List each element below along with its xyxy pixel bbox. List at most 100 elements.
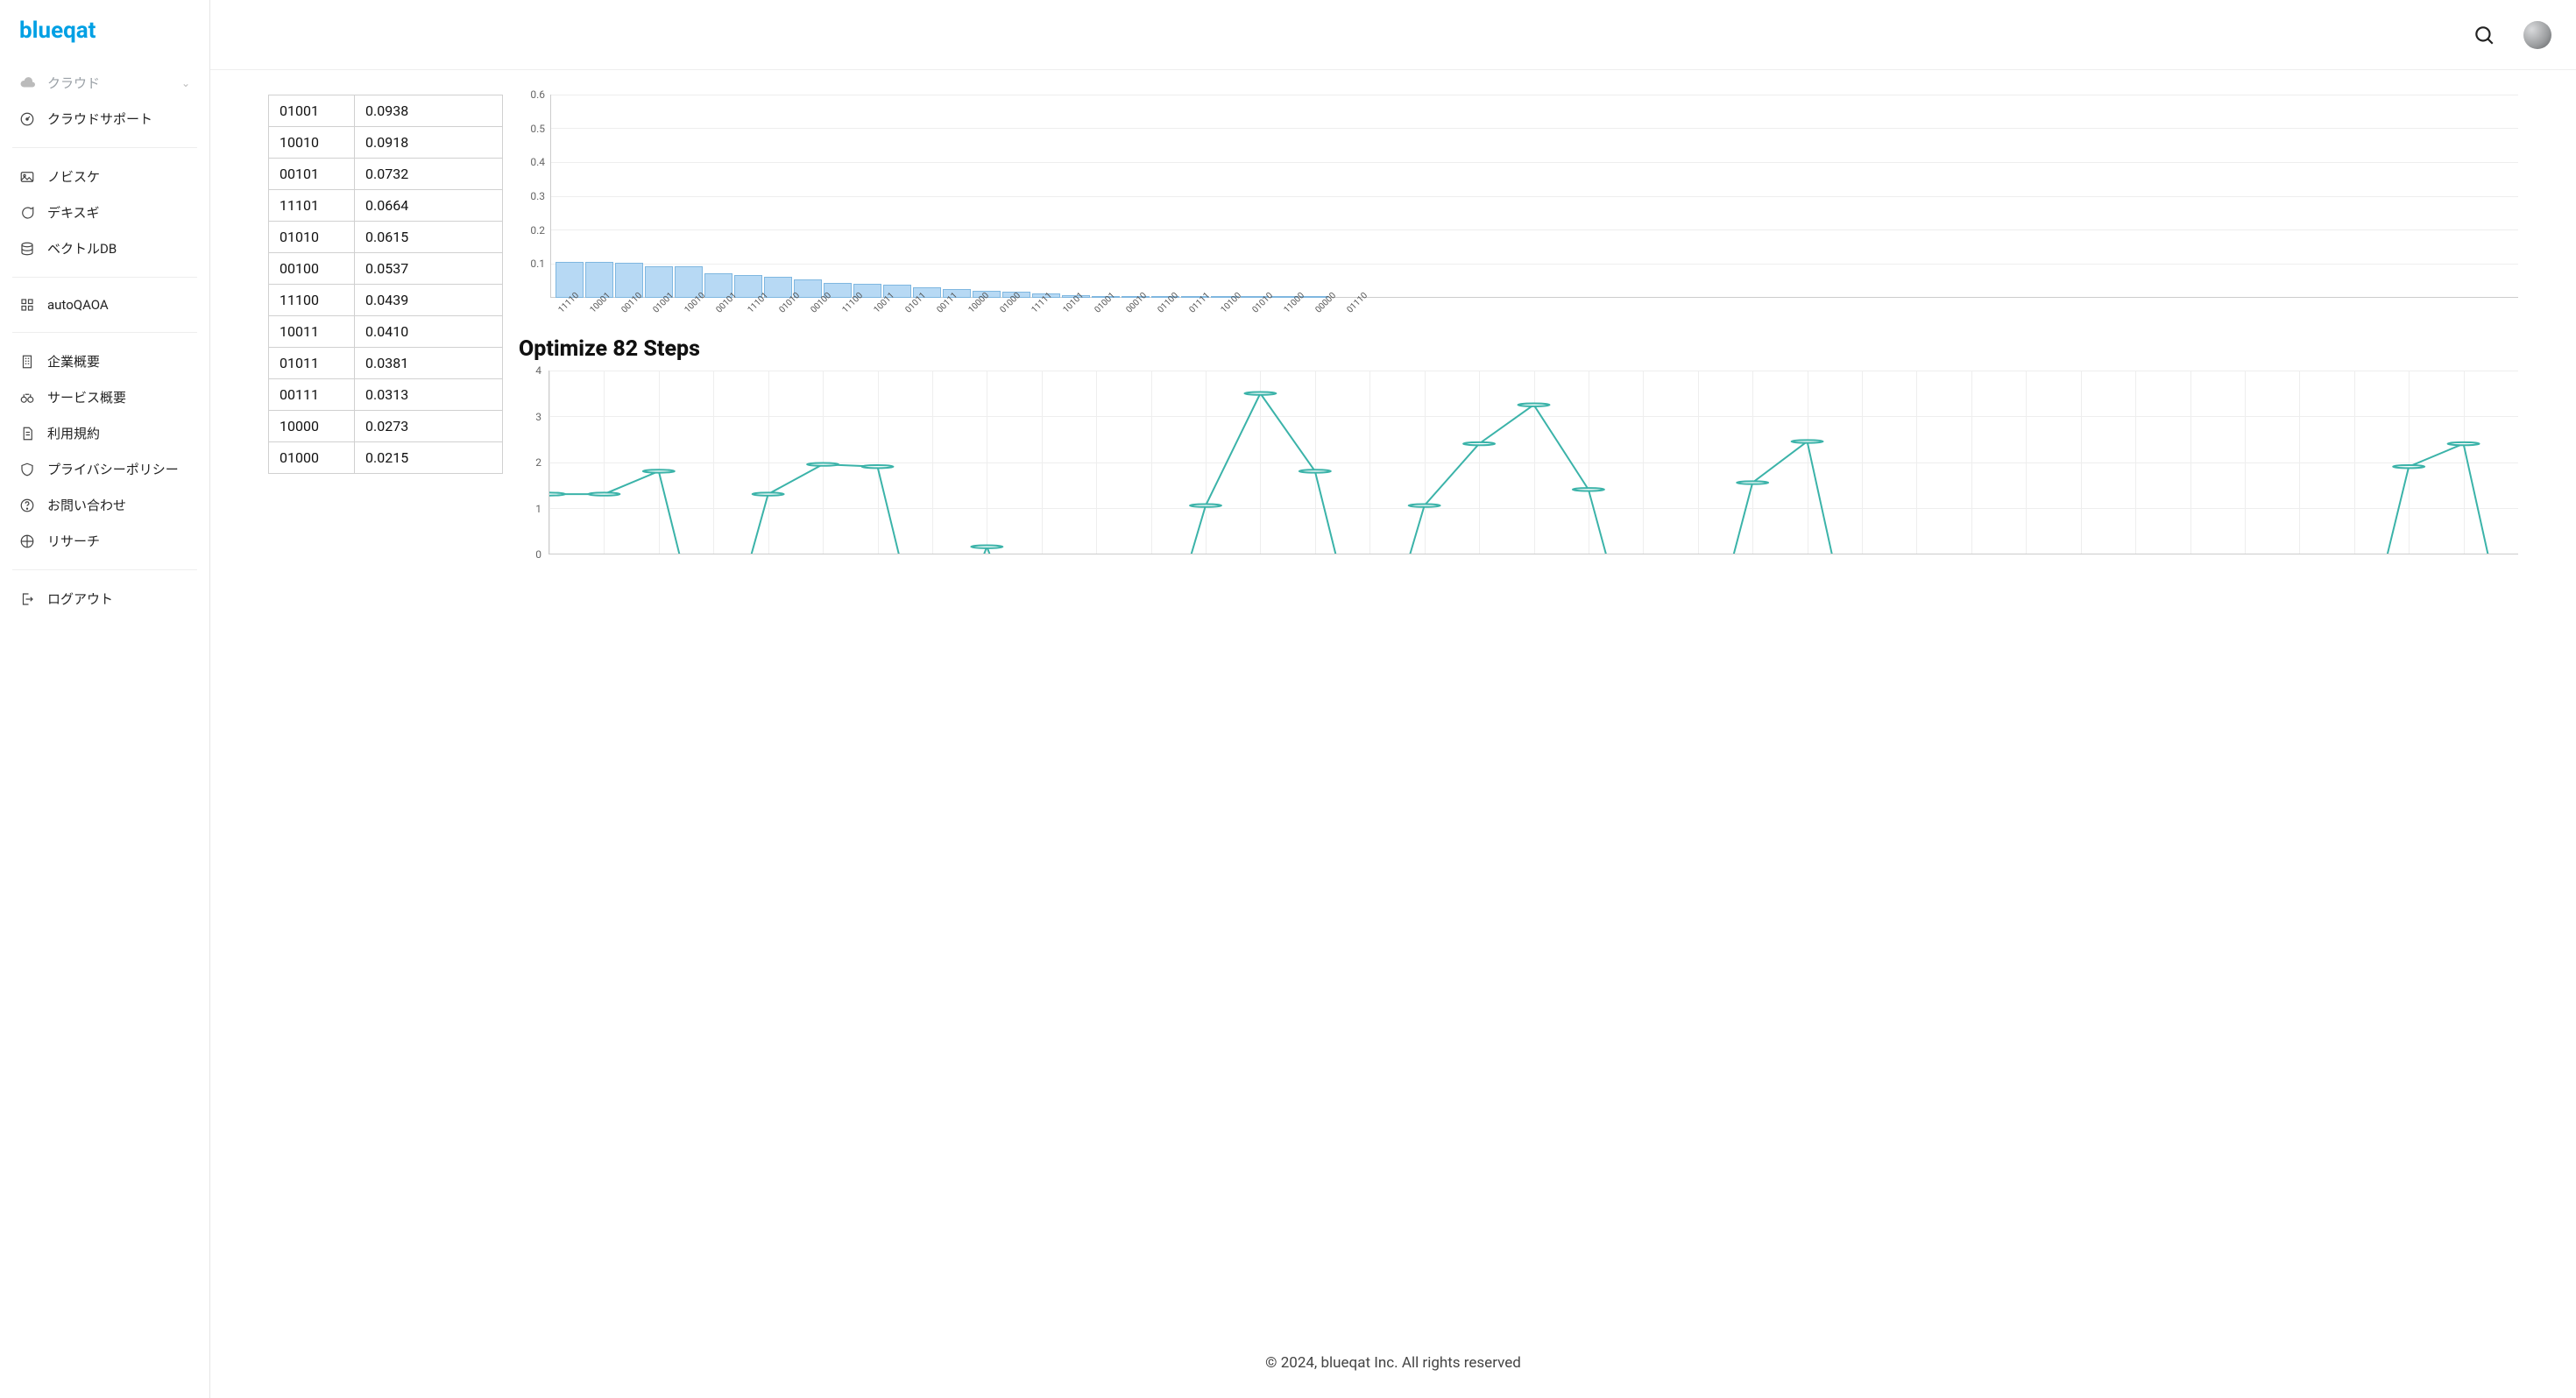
table-cell-state: 00100 xyxy=(269,253,355,285)
bar-ytick: 0.2 xyxy=(519,224,545,237)
line-ytick: 0 xyxy=(519,548,541,561)
table-cell-value: 0.0439 xyxy=(355,285,503,316)
table-cell-state: 10010 xyxy=(269,127,355,159)
line-ytick: 2 xyxy=(519,456,541,469)
table-cell-state: 11101 xyxy=(269,190,355,222)
table-row: 001110.0313 xyxy=(269,379,503,411)
table-row: 001010.0732 xyxy=(269,159,503,190)
sidebar-item-cloud[interactable]: クラウド ⌄ xyxy=(0,65,209,101)
sidebar-item-vectordb[interactable]: ベクトルDB xyxy=(0,230,209,266)
image-icon xyxy=(19,169,35,185)
table-cell-state: 01011 xyxy=(269,348,355,379)
table-row: 100000.0273 xyxy=(269,411,503,442)
sidebar-item-nobisuke[interactable]: ノビスケ xyxy=(0,159,209,194)
sidebar-item-label: ログアウト xyxy=(47,590,113,608)
sidebar-item-dekisugi[interactable]: デキスギ xyxy=(0,194,209,230)
divider xyxy=(12,277,197,278)
table-cell-state: 11100 xyxy=(269,285,355,316)
sidebar-item-label: クラウド xyxy=(47,74,100,92)
chat-icon xyxy=(19,205,35,221)
sidebar-item-privacy[interactable]: プライバシーポリシー xyxy=(0,451,209,487)
search-icon[interactable] xyxy=(2473,24,2495,46)
table-cell-value: 0.0313 xyxy=(355,379,503,411)
logout-icon xyxy=(19,591,35,607)
sidebar-item-terms[interactable]: 利用規約 xyxy=(0,415,209,451)
sidebar-item-label: 企業概要 xyxy=(47,352,100,371)
results-table: 010010.0938100100.0918001010.0732111010.… xyxy=(268,95,503,474)
sidebar-item-cloud-support[interactable]: クラウドサポート xyxy=(0,101,209,137)
table-row: 001000.0537 xyxy=(269,253,503,285)
sidebar-item-label: プライバシーポリシー xyxy=(47,460,179,478)
line-ytick: 1 xyxy=(519,503,541,515)
distribution-bar-chart: 0.10.20.30.40.50.61111010001001100100110… xyxy=(519,95,2518,322)
sidebar-item-research[interactable]: リサーチ xyxy=(0,523,209,559)
table-cell-value: 0.0381 xyxy=(355,348,503,379)
line-ytick: 3 xyxy=(519,411,541,423)
bar-ytick: 0.6 xyxy=(519,88,545,101)
optimize-title: Optimize 82 Steps xyxy=(519,336,2518,362)
table-cell-value: 0.0938 xyxy=(355,95,503,127)
sidebar-item-label: お問い合わせ xyxy=(47,496,126,514)
table-cell-state: 01001 xyxy=(269,95,355,127)
table-row: 111010.0664 xyxy=(269,190,503,222)
line-ytick: 4 xyxy=(519,364,541,377)
table-cell-value: 0.0273 xyxy=(355,411,503,442)
cloud-icon xyxy=(19,75,35,91)
table-row: 010110.0381 xyxy=(269,348,503,379)
table-cell-state: 00111 xyxy=(269,379,355,411)
divider xyxy=(12,147,197,148)
sidebar-item-company[interactable]: 企業概要 xyxy=(0,343,209,379)
divider xyxy=(12,332,197,333)
sidebar-item-label: 利用規約 xyxy=(47,424,100,442)
footer-text: © 2024, blueqat Inc. All rights reserved xyxy=(210,1319,2576,1398)
sidebar-item-label: リサーチ xyxy=(47,532,100,550)
table-cell-value: 0.0215 xyxy=(355,442,503,474)
table-row: 100100.0918 xyxy=(269,127,503,159)
table-row: 111000.0439 xyxy=(269,285,503,316)
binoculars-icon xyxy=(19,390,35,406)
table-row: 010000.0215 xyxy=(269,442,503,474)
gauge-icon xyxy=(19,111,35,127)
research-icon xyxy=(19,533,35,549)
table-cell-value: 0.0664 xyxy=(355,190,503,222)
shield-icon xyxy=(19,462,35,477)
grid-icon xyxy=(19,297,35,313)
table-cell-value: 0.0615 xyxy=(355,222,503,253)
topbar xyxy=(210,0,2576,70)
sidebar-item-label: サービス概要 xyxy=(47,388,126,406)
bar-ytick: 0.1 xyxy=(519,258,545,270)
table-cell-state: 10011 xyxy=(269,316,355,348)
avatar[interactable] xyxy=(2523,21,2551,49)
sidebar-item-logout[interactable]: ログアウト xyxy=(0,581,209,617)
divider xyxy=(12,569,197,570)
sidebar-item-label: デキスギ xyxy=(47,203,100,222)
table-cell-state: 01000 xyxy=(269,442,355,474)
table-row: 100110.0410 xyxy=(269,316,503,348)
table-row: 010010.0938 xyxy=(269,95,503,127)
table-cell-value: 0.0732 xyxy=(355,159,503,190)
sidebar-item-label: ベクトルDB xyxy=(47,239,117,258)
bar-ytick: 0.4 xyxy=(519,156,545,168)
sidebar-item-autoqaoa[interactable]: autoQAOA xyxy=(0,288,209,321)
table-cell-state: 00101 xyxy=(269,159,355,190)
table-cell-value: 0.0410 xyxy=(355,316,503,348)
sidebar-item-label: ノビスケ xyxy=(47,167,100,186)
sidebar-item-label: クラウドサポート xyxy=(47,109,152,128)
sidebar-item-service[interactable]: サービス概要 xyxy=(0,379,209,415)
sidebar-item-contact[interactable]: お問い合わせ xyxy=(0,487,209,523)
brand-logo[interactable]: blueqat xyxy=(0,18,209,61)
table-cell-value: 0.0537 xyxy=(355,253,503,285)
table-cell-state: 10000 xyxy=(269,411,355,442)
table-cell-value: 0.0918 xyxy=(355,127,503,159)
database-icon xyxy=(19,241,35,257)
building-icon xyxy=(19,354,35,370)
sidebar: blueqat クラウド ⌄ クラウドサポート ノビスケ デキスギ xyxy=(0,0,210,1398)
bar-ytick: 0.3 xyxy=(519,190,545,202)
help-icon xyxy=(19,498,35,513)
sidebar-item-label: autoQAOA xyxy=(47,297,109,313)
chevron-down-icon: ⌄ xyxy=(181,77,190,89)
table-row: 010100.0615 xyxy=(269,222,503,253)
table-cell-state: 01010 xyxy=(269,222,355,253)
main: 010010.0938100100.0918001010.0732111010.… xyxy=(210,0,2576,1398)
bar-ytick: 0.5 xyxy=(519,123,545,135)
